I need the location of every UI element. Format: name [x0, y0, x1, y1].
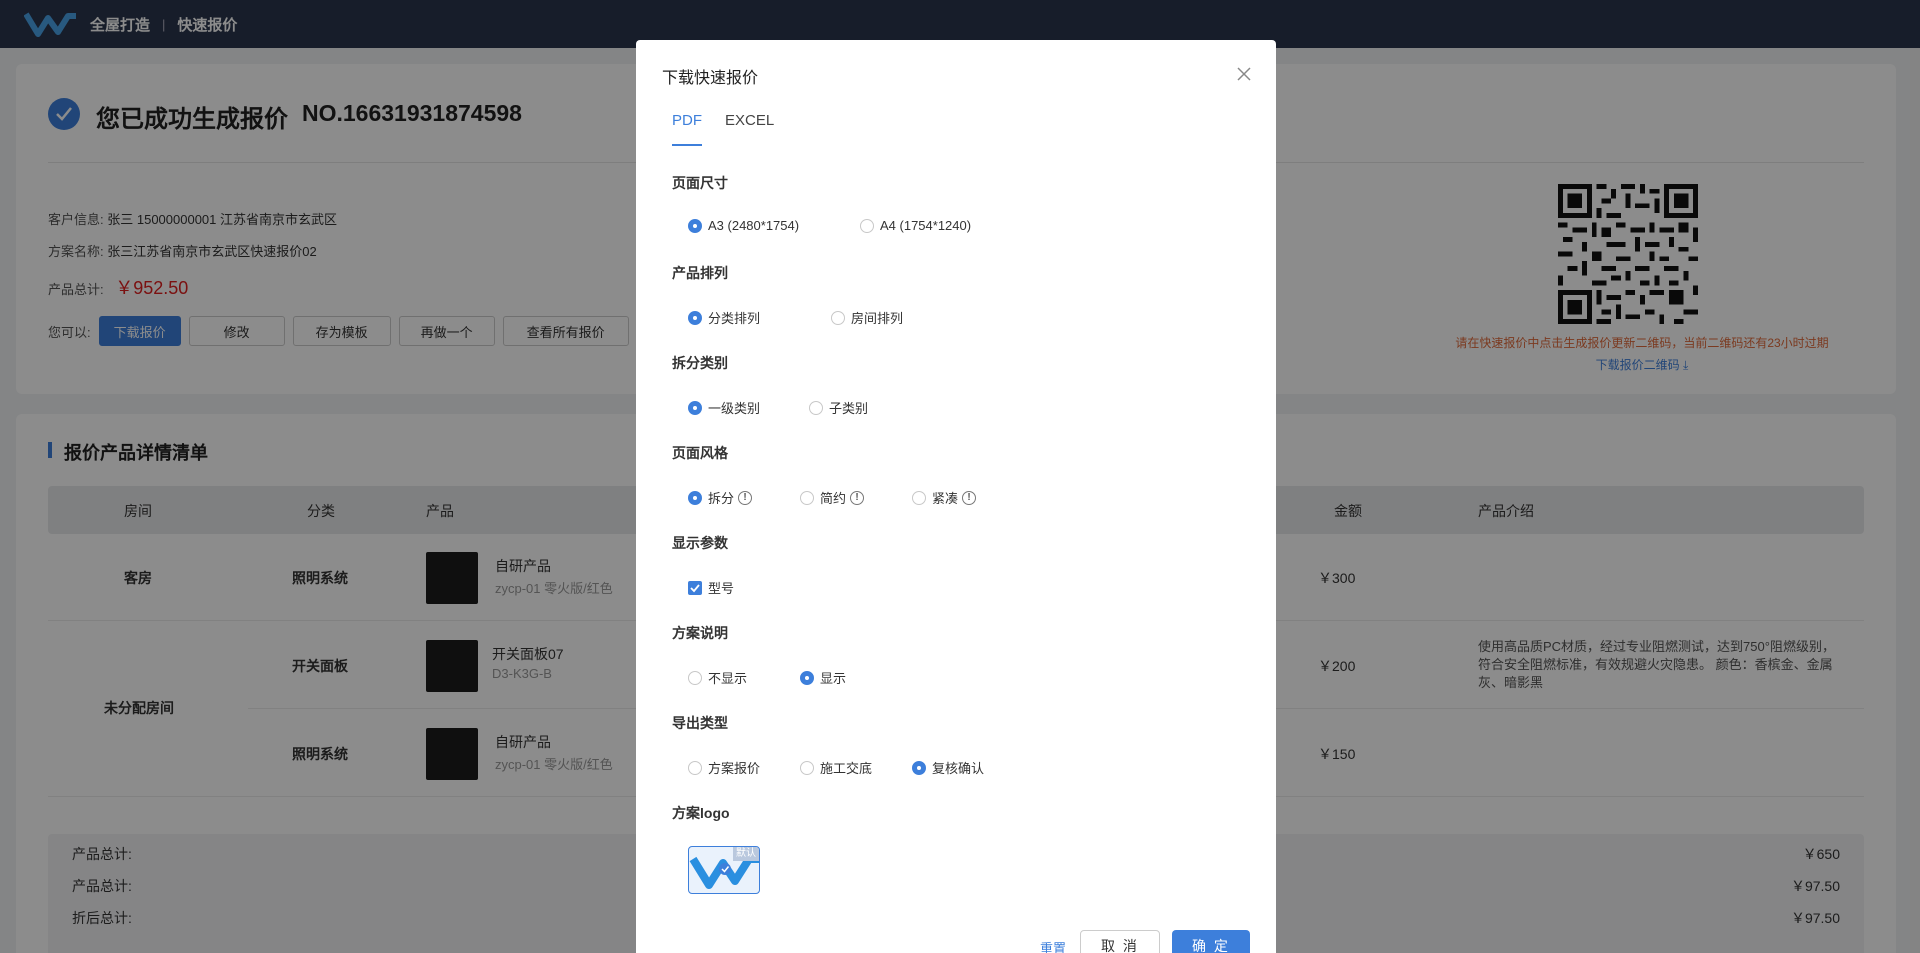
- radio-unchecked-icon: [831, 310, 845, 325]
- checkbox-label: 型号: [708, 581, 735, 596]
- close-icon[interactable]: [1236, 66, 1252, 82]
- radio-label: 房间排列: [851, 311, 904, 326]
- radio-label: 子类别: [829, 401, 869, 416]
- radio-checked-icon: [688, 310, 702, 325]
- radio-label: 一级类别: [708, 401, 761, 416]
- radio-checked-icon: [912, 760, 926, 775]
- radio-label: 复核确认: [932, 761, 985, 776]
- info-icon[interactable]: !: [738, 490, 753, 505]
- info-icon[interactable]: !: [850, 490, 865, 505]
- radio-label: 紧凑: [932, 491, 959, 506]
- reset-link[interactable]: 重置: [1040, 938, 1066, 953]
- radio-arrange-category[interactable]: 分类排列: [688, 308, 760, 327]
- radio-unchecked-icon: [800, 490, 814, 505]
- radio-label: 不显示: [708, 671, 748, 686]
- radio-unchecked-icon: [688, 670, 702, 685]
- radio-label: A3 (2480*1754): [708, 218, 800, 233]
- radio-export-construction[interactable]: 施工交底: [800, 758, 872, 777]
- download-dialog: 下载快速报价 PDF EXCEL 页面尺寸 A3 (2480*1754) A4 …: [636, 40, 1276, 953]
- radio-unchecked-icon: [912, 490, 926, 505]
- dialog-title: 下载快速报价: [662, 70, 759, 87]
- radio-unchecked-icon: [688, 760, 702, 775]
- radio-a3[interactable]: A3 (2480*1754): [688, 218, 799, 233]
- radio-style-split[interactable]: 拆分!: [688, 488, 753, 507]
- radio-label: 施工交底: [820, 761, 873, 776]
- checkbox-checked-icon: [688, 580, 702, 595]
- radio-unchecked-icon: [860, 218, 874, 233]
- checkbox-model[interactable]: 型号: [688, 578, 734, 597]
- plan-logo-option[interactable]: 默认: [688, 846, 760, 894]
- radio-label: A4 (1754*1240): [880, 218, 972, 233]
- radio-split-level1[interactable]: 一级类别: [688, 398, 760, 417]
- radio-a4[interactable]: A4 (1754*1240): [860, 218, 971, 233]
- radio-label: 分类排列: [708, 311, 761, 326]
- radio-label: 显示: [820, 671, 847, 686]
- radio-arrange-room[interactable]: 房间排列: [831, 308, 903, 327]
- radio-label: 方案报价: [708, 761, 761, 776]
- radio-export-review[interactable]: 复核确认: [912, 758, 984, 777]
- radio-label: 拆分: [708, 491, 735, 506]
- radio-checked-icon: [800, 670, 814, 685]
- radio-checked-icon: [688, 400, 702, 415]
- radio-explain-show[interactable]: 显示: [800, 668, 846, 687]
- tab-excel[interactable]: EXCEL: [725, 112, 774, 129]
- cancel-button[interactable]: 取 消: [1080, 930, 1160, 953]
- radio-style-compact[interactable]: 紧凑!: [912, 488, 977, 507]
- active-tab-indicator: [672, 144, 702, 146]
- info-icon[interactable]: !: [962, 490, 977, 505]
- page-size-title: 页面尺寸: [672, 175, 728, 191]
- default-tag: 默认: [733, 847, 759, 861]
- arrange-title: 产品排列: [672, 265, 728, 281]
- radio-split-sub[interactable]: 子类别: [809, 398, 868, 417]
- radio-explain-hide[interactable]: 不显示: [688, 668, 747, 687]
- radio-unchecked-icon: [800, 760, 814, 775]
- radio-export-quote[interactable]: 方案报价: [688, 758, 760, 777]
- logo-title: 方案logo: [672, 805, 730, 821]
- explain-title: 方案说明: [672, 625, 728, 641]
- params-title: 显示参数: [672, 535, 728, 551]
- radio-style-simple[interactable]: 简约!: [800, 488, 865, 507]
- export-title: 导出类型: [672, 715, 728, 731]
- radio-checked-icon: [688, 490, 702, 505]
- tab-pdf[interactable]: PDF: [672, 112, 702, 129]
- split-title: 拆分类别: [672, 355, 728, 371]
- radio-label: 简约: [820, 491, 847, 506]
- radio-checked-icon: [688, 218, 702, 233]
- style-title: 页面风格: [672, 445, 728, 461]
- radio-unchecked-icon: [809, 400, 823, 415]
- confirm-button[interactable]: 确 定: [1172, 930, 1250, 953]
